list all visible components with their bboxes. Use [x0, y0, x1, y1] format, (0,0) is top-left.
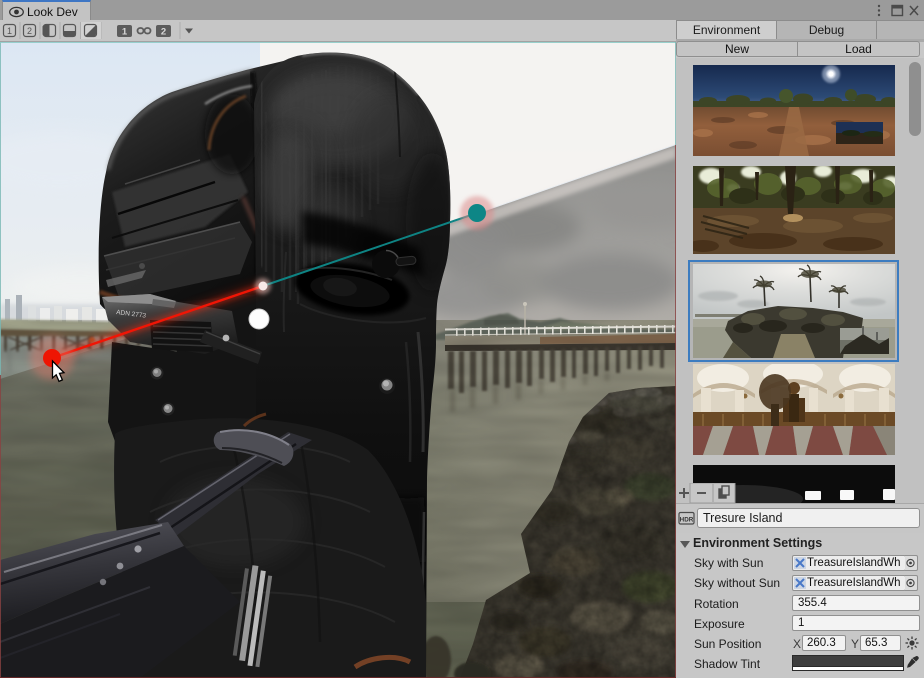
svg-text:2: 2: [161, 27, 166, 38]
svg-text:2: 2: [27, 26, 32, 36]
svg-text:1: 1: [7, 26, 12, 36]
svg-text:1: 1: [122, 27, 128, 38]
svg-text:HDR: HDR: [680, 517, 694, 524]
